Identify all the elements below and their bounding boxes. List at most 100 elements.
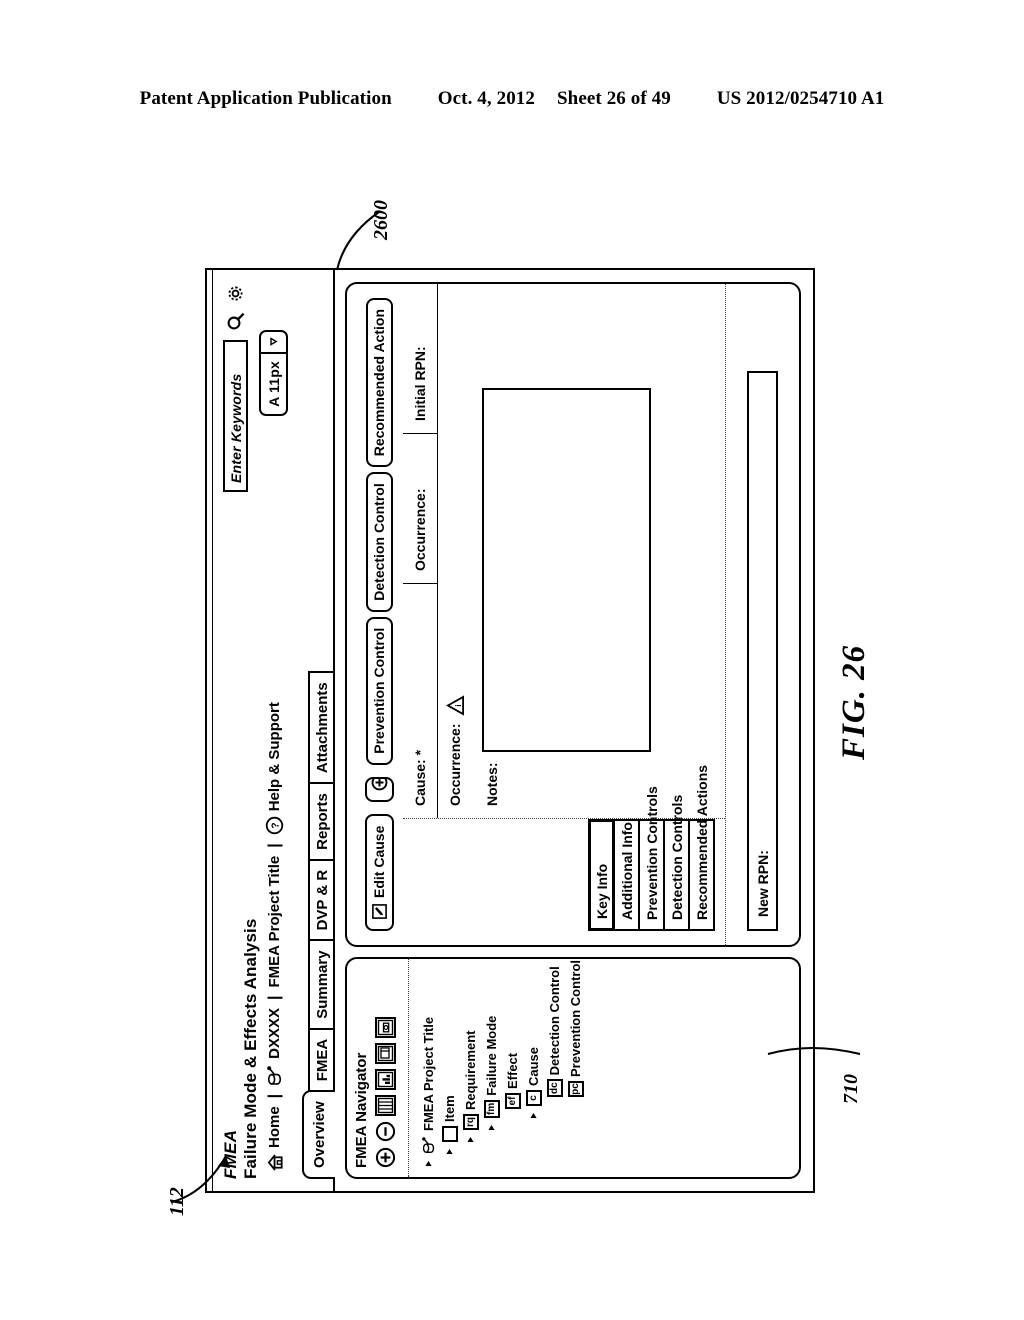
add-control-ra-button[interactable]: Add Control/RA [364,776,394,802]
svg-text:?: ? [271,823,282,829]
menu-item-project-title[interactable]: FMEA Project Title [266,849,283,995]
tree-item-requirement[interactable]: rq Requirement [460,965,481,1171]
navigator-header: FMEA Navigator [347,959,409,1177]
chevron-down-icon[interactable] [261,332,286,352]
figure-stage: FMEA Failure Mode & Effects Analysis Ent… [0,0,1024,1320]
pill-recommended-action[interactable]: Recommended Action [365,298,393,468]
figure-label: FIG. 26 [836,644,872,760]
application-window-rotated: FMEA Failure Mode & Effects Analysis Ent… [205,268,815,1193]
tab-fmea[interactable]: FMEA [308,1027,335,1093]
add-node-button[interactable] [375,1147,396,1168]
chart-view-button[interactable] [375,1069,396,1090]
detail-column: Edit Cause Add Control/RA [345,282,801,947]
vtab-prevention-controls[interactable]: Prevention Controls [638,786,665,931]
twisty-collapsed-icon[interactable] [445,1146,454,1157]
menu-item-home-label: Home [266,1106,283,1148]
remove-node-button[interactable] [375,1121,396,1142]
tree-item-project[interactable]: FMEA Project Title [418,965,439,1171]
vtab-recommended-actions[interactable]: Recommended Actions [688,765,715,931]
database-icon [421,1135,436,1154]
occurrence-label: Occurrence: [412,488,428,571]
vtab-additional-info[interactable]: Additional Info [613,819,640,931]
tree-item-prevention-control[interactable]: pc Prevention Control [565,960,586,1171]
occurrence-secondary-label: Occurrence: [447,723,463,806]
new-rpn-field[interactable]: New RPN: [747,371,778,931]
pill-detection-control[interactable]: Detection Control [365,472,393,612]
tree-item-project-label: FMEA Project Title [421,1016,436,1131]
pill-detection-control-label: Detection Control [371,483,387,601]
cause-detail-toolbar: Edit Cause Add Control/RA [347,284,403,945]
edit-cause-label: Edit Cause [371,825,387,898]
copy-node-button[interactable] [375,1043,396,1064]
cause-badge-icon: c [525,1090,542,1106]
edit-cause-button[interactable]: Edit Cause [364,813,394,931]
menu-item-project-title-label: FMEA Project Title [266,855,283,988]
question-circle-icon: ? [265,816,284,835]
twisty-collapsed-icon[interactable] [487,1122,496,1133]
tab-summary[interactable]: Summary [308,939,335,1030]
vtab-detection-controls[interactable]: Detection Controls [663,795,690,931]
tab-attachments[interactable]: Attachments [308,671,335,785]
menu-item-dxxxx-label: DXXXX [266,1007,283,1059]
cause-detail-body: Key Info Additional Info Prevention Cont… [403,284,725,945]
tree-item-cause[interactable]: c Cause [523,965,544,1171]
tab-overview-label: Overview [311,1101,328,1168]
tree-item-prevention-control-label: Prevention Control [568,959,583,1077]
requirement-badge-icon: rq [462,1114,479,1130]
list-view-button[interactable] [375,1095,396,1116]
menu-separator-3: | [265,843,283,848]
control-type-pills: Prevention Control Detection Control Rec… [365,298,393,765]
menu-item-dxxxx[interactable]: DXXXX [266,1001,283,1093]
cause-field[interactable]: Cause: * [403,584,437,818]
pill-prevention-control[interactable]: Prevention Control [365,616,393,765]
tree-item-requirement-label: Requirement [463,1030,478,1110]
gear-icon[interactable] [226,284,245,303]
tree-item-item-label: Item [442,1095,457,1122]
body-region: FMEA Navigator FMEA Project Title Item r… [335,270,813,1191]
tab-reports[interactable]: Reports [308,782,335,861]
menu-separator-1: | [265,1093,283,1099]
search-input[interactable]: Enter Keywords [223,340,248,492]
tree-item-detection-control-label: Detection Control [547,966,562,1076]
ref-710: 710 [840,1074,862,1104]
add-control-ra-main[interactable]: Add Control/RA [366,776,392,800]
menu-item-home[interactable]: Home [266,1099,283,1179]
navigator-tree: FMEA Project Title Item rq Requirement f… [409,959,799,1177]
plus-circle-icon [371,776,388,791]
detection-control-badge-icon: dc [546,1079,563,1097]
twisty-collapsed-icon[interactable] [529,1110,538,1121]
database-icon [266,1064,283,1086]
item-badge-icon [441,1126,458,1142]
navigator-toolbar [375,968,396,1168]
search-placeholder: Enter Keywords [227,373,244,483]
tree-item-failure-mode-label: Failure Mode [484,1015,499,1096]
tree-item-failure-mode[interactable]: fm Failure Mode [481,965,502,1171]
twisty-collapsed-icon[interactable] [424,1158,433,1169]
font-size-selector[interactable]: A 11px [259,330,288,416]
notes-area: Notes: [472,284,661,818]
info-triangle-icon: i [445,694,465,716]
search-icon[interactable] [226,312,245,331]
tree-item-detection-control[interactable]: dc Detection Control [544,965,565,1171]
menu-item-help-support[interactable]: ? Help & Support [265,695,284,842]
tab-dvpr[interactable]: DVP & R [308,858,335,942]
occurrence-secondary-field[interactable]: Occurrence: i [438,284,472,818]
twisty-collapsed-icon[interactable] [466,1134,475,1145]
tab-fmea-label: FMEA [314,1038,331,1082]
window-title-divider [212,270,213,1191]
vtab-key-info-label: Key Info [593,863,610,919]
menu-separator-2: | [265,995,283,1000]
tree-item-effect[interactable]: ef Effect [502,965,523,1171]
main-tab-row: Overview FMEA Summary DVP & R Reports At… [302,671,335,1179]
pill-prevention-control-label: Prevention Control [371,627,387,754]
print-button[interactable] [375,1017,396,1038]
initial-rpn-label: Initial RPN: [412,346,428,421]
leader-2600 [335,211,380,271]
vtab-key-info[interactable]: Key Info [588,819,615,931]
key-info-fields: Cause: * Occurrence: Initial RPN: Occurr… [403,284,725,819]
notes-textarea[interactable] [482,388,651,753]
occurrence-field[interactable]: Occurrence: [403,434,437,584]
home-icon [267,1153,283,1172]
tab-overview[interactable]: Overview [302,1090,335,1179]
tree-item-item[interactable]: Item [439,965,460,1171]
